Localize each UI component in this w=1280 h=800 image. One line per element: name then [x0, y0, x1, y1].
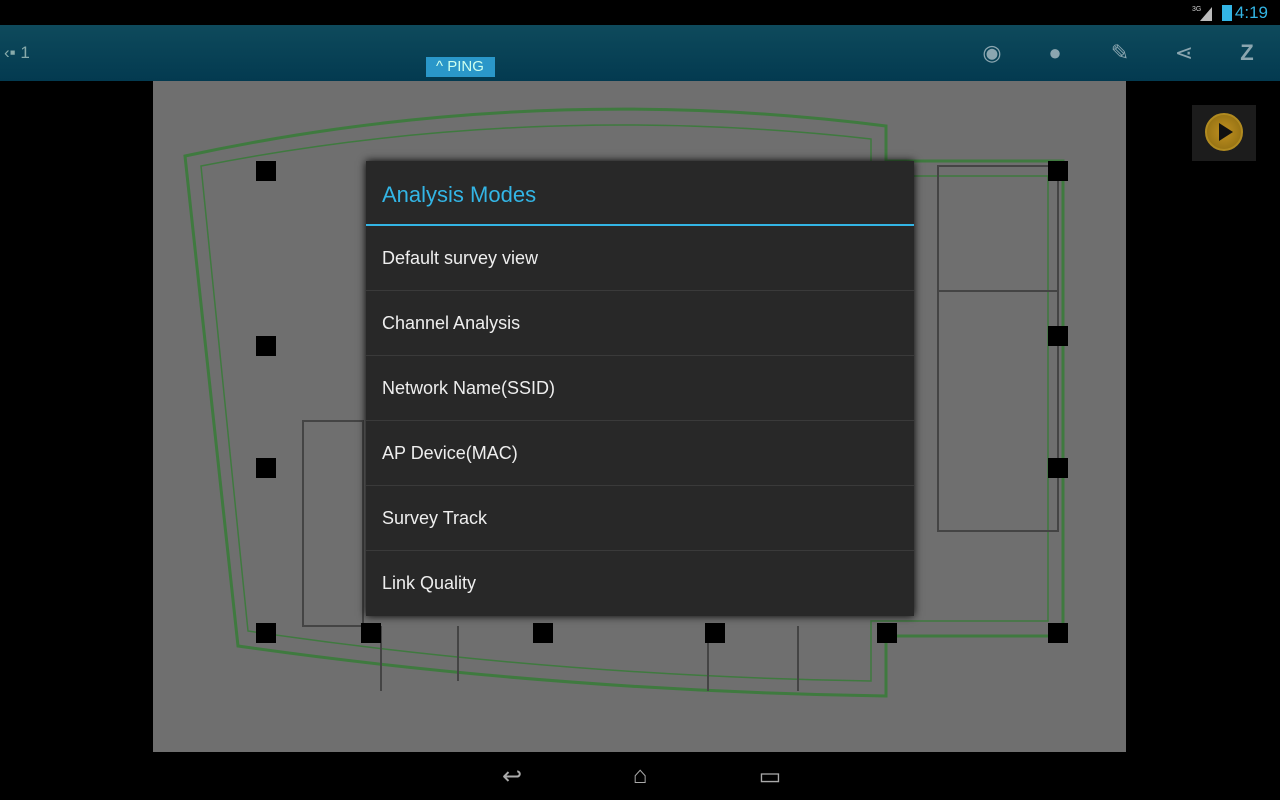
navigation-bar: ↩ ⌂ ▭	[0, 752, 1280, 800]
play-button[interactable]	[1192, 105, 1256, 161]
signal-3g-icon: 3G	[1192, 6, 1212, 21]
mode-link-quality[interactable]: Link Quality	[366, 551, 914, 616]
status-bar: 3G 4:19	[0, 0, 1280, 25]
play-triangle-icon	[1219, 123, 1233, 141]
share-icon[interactable]: ⋖	[1170, 39, 1198, 67]
recents-nav-icon[interactable]: ▭	[750, 762, 790, 790]
mode-channel-analysis[interactable]: Channel Analysis	[366, 291, 914, 356]
svg-text:3G: 3G	[1192, 6, 1201, 13]
ping-button[interactable]: ^ PING	[426, 57, 495, 77]
back-nav-icon[interactable]: ↩	[492, 762, 532, 790]
page-number: 1	[20, 43, 30, 62]
chevron-up-icon: ^	[436, 58, 448, 75]
back-button[interactable]: ‹▪ 1	[4, 43, 30, 63]
mode-default-survey-view[interactable]: Default survey view	[366, 226, 914, 291]
action-bar: ‹▪ 1 ^ PING ◉ ● ✎ ⋖ Z	[0, 25, 1280, 81]
zoom-icon[interactable]: Z	[1233, 39, 1261, 67]
eye-icon[interactable]: ◉	[978, 39, 1006, 67]
layers-icon[interactable]: ●	[1041, 39, 1069, 67]
analysis-modes-dialog: Analysis Modes Default survey view Chann…	[366, 161, 914, 616]
clock: 4:19	[1234, 3, 1268, 22]
mode-survey-track[interactable]: Survey Track	[366, 486, 914, 551]
mode-ap-device[interactable]: AP Device(MAC)	[366, 421, 914, 486]
home-nav-icon[interactable]: ⌂	[620, 762, 660, 790]
chevron-left-icon: ‹▪	[4, 43, 16, 62]
edit-icon[interactable]: ✎	[1106, 39, 1134, 67]
dialog-title: Analysis Modes	[366, 161, 914, 226]
battery-charging-icon	[1222, 5, 1232, 21]
mode-network-name[interactable]: Network Name(SSID)	[366, 356, 914, 421]
